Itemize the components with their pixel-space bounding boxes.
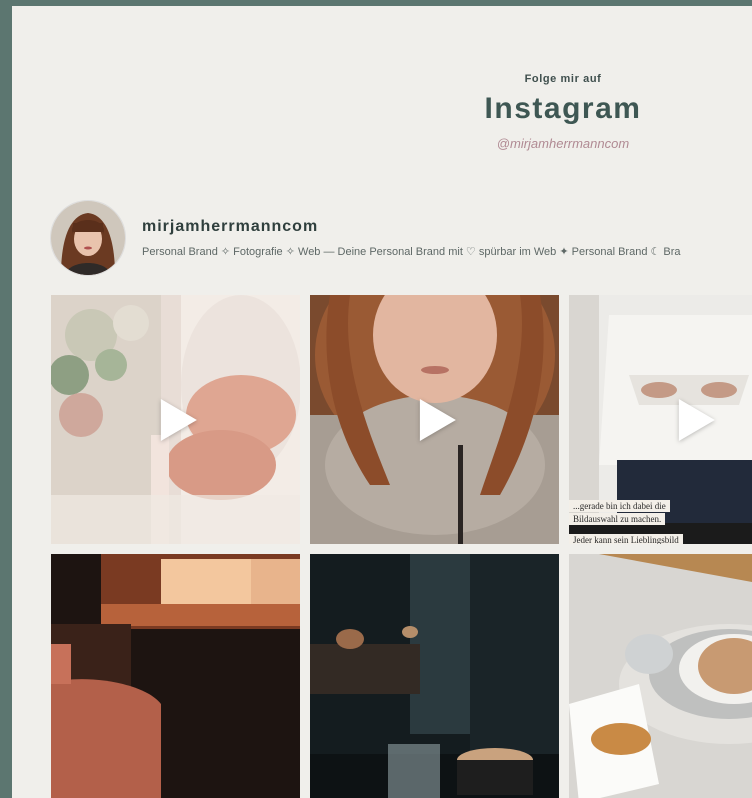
post-image-cafe-interior	[310, 554, 559, 798]
post-tile-4[interactable]	[51, 554, 300, 798]
post-tile-3[interactable]: ...gerade bin ich dabei die Bildauswahl …	[569, 295, 752, 544]
post-tile-6[interactable]	[569, 554, 752, 798]
post-grid: ...gerade bin ich dabei die Bildauswahl …	[51, 295, 752, 798]
play-icon	[678, 398, 715, 441]
profile-username[interactable]: mirjamherrmanncom	[142, 218, 318, 236]
avatar[interactable]	[50, 200, 126, 276]
profile-bio: Personal Brand ✧ Fotografie ✧ Web — Dein…	[142, 246, 681, 258]
post-tile-5[interactable]	[310, 554, 559, 798]
play-icon	[160, 398, 197, 441]
instagram-handle-link[interactable]: @mirjamherrmanncom	[12, 136, 752, 151]
post-tile-2[interactable]	[310, 295, 559, 544]
play-icon	[419, 398, 456, 441]
instagram-feed-panel: Folge mir auf Instagram @mirjamherrmannc…	[12, 6, 752, 798]
post-caption-line: ...gerade bin ich dabei die	[569, 500, 670, 512]
post-image-window-light	[51, 554, 300, 798]
post-image-coffee-croissant	[569, 554, 752, 798]
post-caption-line: Jeder kann sein Lieblingsbild	[569, 534, 683, 544]
post-tile-1[interactable]	[51, 295, 300, 544]
avatar-image	[51, 201, 125, 275]
eyebrow-text: Folge mir auf	[524, 73, 602, 85]
section-title: Instagram	[484, 92, 642, 125]
post-caption-line: Bildauswahl zu machen.	[569, 513, 666, 525]
